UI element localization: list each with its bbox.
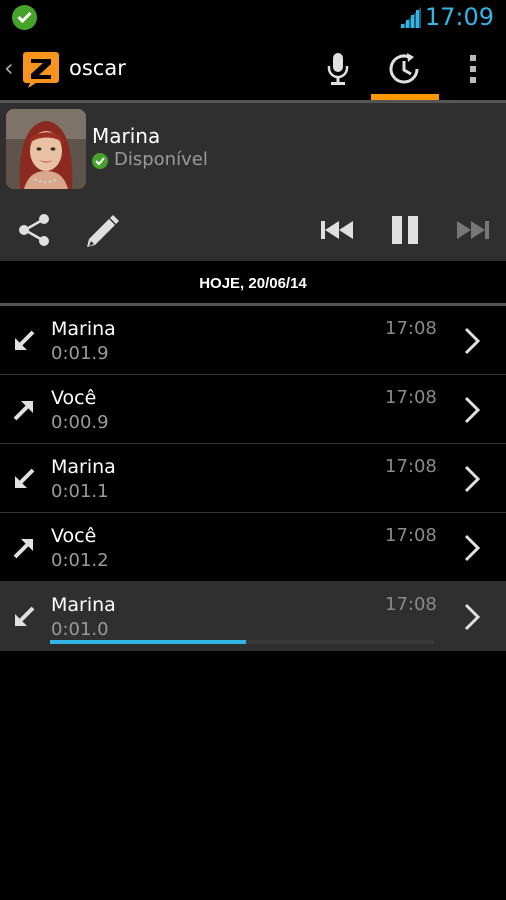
contact-status: Disponível — [114, 149, 208, 170]
status-clock: 17:09 — [424, 3, 494, 31]
message-row[interactable]: Marina 0:01.1 17:08 — [0, 444, 506, 513]
pencil-icon[interactable] — [80, 208, 124, 252]
message-list: Marina 0:01.9 17:08 Você 0:00.9 17:08 Marina 0:… — [0, 306, 506, 651]
skip-next-icon — [452, 208, 494, 252]
contact-panel: Marina Disponível — [0, 103, 506, 261]
outgoing-arrow-icon — [12, 398, 36, 422]
contact-name: Marina — [92, 124, 161, 148]
playback-progress-fill — [50, 640, 246, 644]
chevron-left-icon[interactable]: ‹ — [4, 54, 14, 82]
message-duration: 0:01.0 — [51, 619, 109, 640]
message-time: 17:08 — [385, 387, 437, 408]
action-bar: ‹ oscar — [0, 36, 506, 100]
playback-progress-bar[interactable] — [50, 640, 434, 644]
message-time: 17:08 — [385, 594, 437, 615]
overflow-menu-icon[interactable] — [448, 46, 498, 92]
chevron-right-icon[interactable] — [462, 533, 482, 563]
message-time: 17:08 — [385, 456, 437, 477]
available-status-icon — [92, 153, 108, 169]
history-icon[interactable] — [380, 46, 430, 92]
message-sender: Marina — [51, 594, 116, 616]
message-duration: 0:01.2 — [51, 550, 109, 571]
message-sender: Você — [51, 387, 97, 409]
message-row[interactable]: Marina 0:01.0 17:08 — [0, 582, 506, 651]
message-sender: Marina — [51, 456, 116, 478]
message-duration: 0:01.9 — [51, 343, 109, 364]
avatar[interactable] — [6, 109, 86, 189]
message-duration: 0:00.9 — [51, 412, 109, 433]
incoming-arrow-icon — [12, 467, 36, 491]
microphone-icon[interactable] — [313, 46, 363, 92]
message-time: 17:08 — [385, 525, 437, 546]
chevron-right-icon[interactable] — [462, 395, 482, 425]
message-sender: Marina — [51, 318, 116, 340]
incoming-arrow-icon — [12, 329, 36, 353]
message-time: 17:08 — [385, 318, 437, 339]
message-duration: 0:01.1 — [51, 481, 109, 502]
chevron-right-icon[interactable] — [462, 464, 482, 494]
incoming-arrow-icon — [12, 605, 36, 629]
status-bar: 17:09 — [0, 0, 506, 36]
app-title: oscar — [69, 56, 126, 80]
message-row[interactable]: Você 0:01.2 17:08 — [0, 513, 506, 582]
chevron-right-icon[interactable] — [462, 326, 482, 356]
message-row[interactable]: Você 0:00.9 17:08 — [0, 375, 506, 444]
outgoing-arrow-icon — [12, 536, 36, 560]
message-sender: Você — [51, 525, 97, 547]
green-check-icon — [12, 5, 37, 30]
date-header: HOJE, 20/06/14 — [0, 261, 506, 305]
signal-strength-icon — [400, 7, 421, 28]
share-icon[interactable] — [14, 208, 54, 252]
pause-icon[interactable] — [386, 208, 424, 252]
chevron-right-icon[interactable] — [462, 602, 482, 632]
message-row[interactable]: Marina 0:01.9 17:08 — [0, 306, 506, 375]
skip-previous-icon[interactable] — [316, 208, 358, 252]
zello-logo[interactable] — [22, 50, 60, 88]
